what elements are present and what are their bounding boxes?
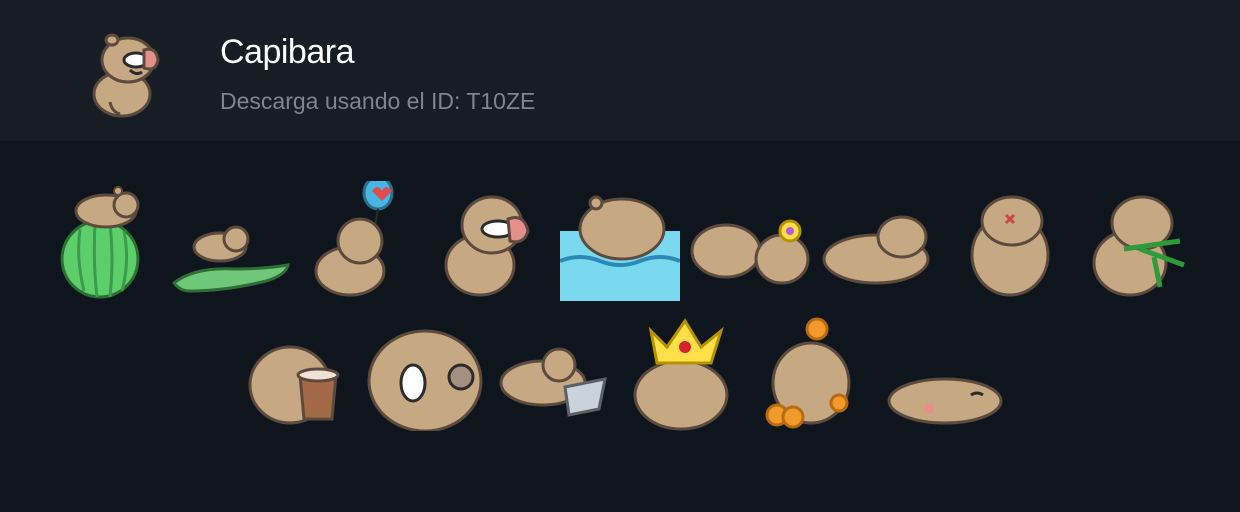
sticker-capybara-with-crown[interactable]: [625, 311, 745, 431]
capybara-with-nose-glasses-icon[interactable]: [80, 22, 176, 122]
sticker-capybara-with-bubble-tea[interactable]: [240, 311, 360, 431]
sticker-capybara-riding-crocodile[interactable]: [170, 191, 290, 311]
sticker-capybara-with-heart-balloon[interactable]: [300, 181, 420, 301]
sticker-capybara-lying[interactable]: [820, 181, 940, 301]
sticker-capybara-eating-bamboo[interactable]: [1080, 181, 1200, 301]
sticker-grid: [0, 141, 1240, 512]
pack-title: Capibara: [220, 33, 354, 71]
sticker-capybara-on-laptop[interactable]: [495, 311, 615, 431]
pack-header: Capibara Descarga usando el ID: T10ZE: [0, 0, 1240, 141]
pack-download-id: Descarga usando el ID: T10ZE: [220, 88, 536, 114]
sticker-capybara-surprised[interactable]: [365, 311, 485, 431]
sticker-capybara-angry[interactable]: [950, 181, 1070, 301]
sticker-capybara-with-nose-glasses[interactable]: [430, 181, 550, 301]
sticker-capybara-with-oranges[interactable]: [755, 311, 875, 431]
sticker-capybara-in-water[interactable]: [560, 181, 680, 301]
sticker-capybara-on-watermelon[interactable]: [40, 181, 160, 301]
sticker-capybara-sleeping[interactable]: [885, 311, 1005, 431]
sticker-capybara-with-gem-flower[interactable]: [690, 181, 810, 301]
